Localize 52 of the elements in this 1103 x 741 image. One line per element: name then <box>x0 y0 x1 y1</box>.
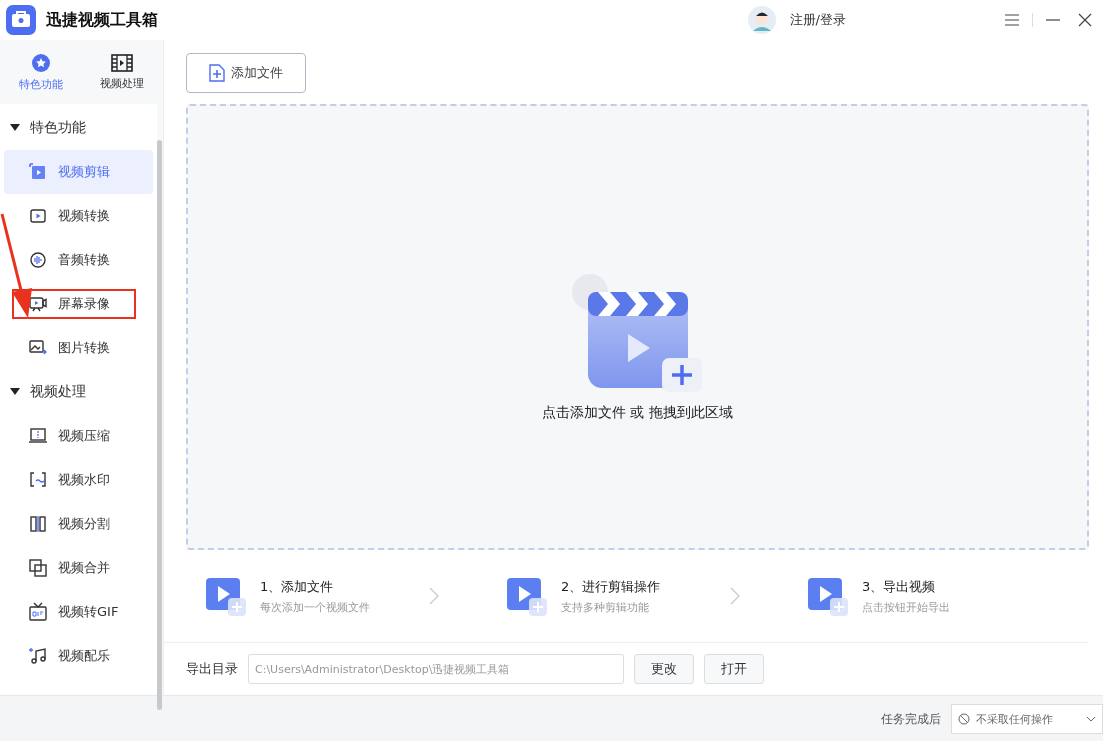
caret-icon <box>1086 716 1096 722</box>
sidebar-item[interactable]: 视频剪辑 <box>4 150 153 194</box>
step-title: 3、导出视频 <box>862 577 937 596</box>
step-title: 1、添加文件 <box>260 577 335 596</box>
drop-zone[interactable]: 点击添加文件 或 拖拽到此区域 <box>186 104 1089 550</box>
laptop-icon <box>28 426 48 446</box>
chevron-icon <box>429 587 439 605</box>
music-note-icon <box>28 646 48 666</box>
chevron-icon <box>730 587 740 605</box>
sidebar-item[interactable]: 视频转换 <box>4 194 153 238</box>
caret-icon <box>10 388 20 396</box>
video-convert-icon <box>28 206 48 226</box>
audio-wave-icon <box>28 250 48 270</box>
sidebar-item[interactable]: 图片转换 <box>4 326 153 370</box>
sidebar-item[interactable]: 屏幕录像 <box>4 282 153 326</box>
after-task-label: 任务完成后 <box>881 710 941 728</box>
sidebar-tab[interactable]: 特色功能 <box>0 40 82 104</box>
split-icon <box>28 514 48 534</box>
merge-icon <box>28 558 48 578</box>
after-task-dropdown[interactable]: 不采取任何操作 <box>951 704 1103 734</box>
caret-icon <box>10 124 20 132</box>
camera-icon <box>28 294 48 314</box>
film-icon <box>111 53 134 72</box>
section-header[interactable]: 特色功能 <box>0 106 157 150</box>
sidebar-item[interactable]: 音频转换 <box>4 238 153 282</box>
sidebar-item[interactable]: 视频分割 <box>4 502 153 546</box>
app-logo-icon <box>6 5 36 35</box>
step-subtitle: 支持多种剪辑功能 <box>561 599 650 615</box>
avatar-icon <box>747 6 776 34</box>
file-plus-icon <box>209 64 225 82</box>
sidebar-item[interactable]: 视频水印 <box>4 458 153 502</box>
sidebar-item[interactable]: 视频配乐 <box>4 634 153 678</box>
step-subtitle: 每次添加一个视频文件 <box>260 599 370 615</box>
block-icon <box>958 713 970 725</box>
login-link[interactable]: 注册/登录 <box>789 11 846 29</box>
drop-hint: 点击添加文件 或 拖拽到此区域 <box>542 404 733 422</box>
add-file-button[interactable]: 添加文件 <box>186 53 306 93</box>
close-icon[interactable] <box>1077 12 1093 28</box>
sidebar-item[interactable]: 视频压缩 <box>4 414 153 458</box>
step-title: 2、进行剪辑操作 <box>561 577 661 596</box>
app-title: 迅捷视频工具箱 <box>46 9 158 31</box>
gif-tv-icon <box>28 602 48 622</box>
section-header[interactable]: 视频处理 <box>0 370 157 414</box>
export-button[interactable]: 更改 <box>634 654 694 684</box>
video-crop-icon <box>28 162 48 182</box>
export-button[interactable]: 打开 <box>704 654 764 684</box>
sidebar-item[interactable]: 视频合并 <box>4 546 153 590</box>
menu-icon[interactable] <box>1004 12 1020 28</box>
sidebar-tab[interactable]: 视频处理 <box>81 40 163 104</box>
sidebar-item[interactable]: 视频转GIF <box>4 590 153 634</box>
export-label: 导出目录 <box>186 660 238 678</box>
step-subtitle: 点击按钮开始导出 <box>862 599 950 615</box>
